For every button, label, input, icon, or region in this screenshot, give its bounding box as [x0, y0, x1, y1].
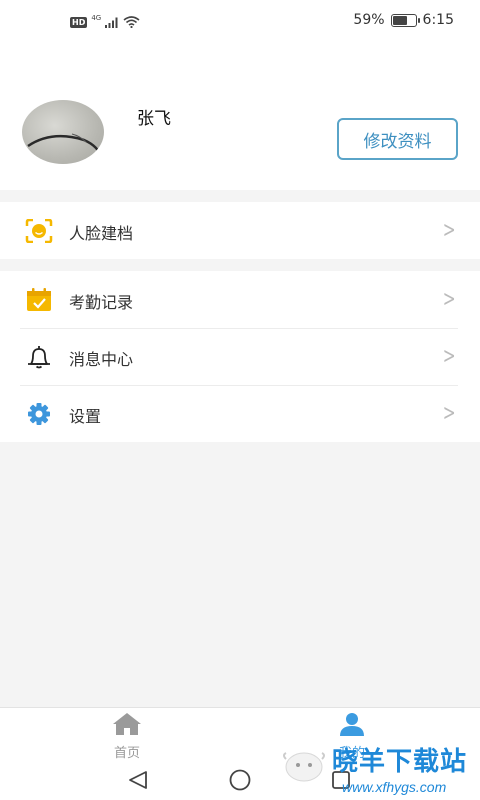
menu-item-face-archive[interactable]: 人脸建档 > [0, 202, 480, 259]
watermark-title: 晓羊下载站 [332, 747, 468, 777]
menu-label: 人脸建档 [69, 224, 134, 243]
avatar[interactable] [22, 100, 104, 164]
tab-label: 首页 [113, 746, 140, 761]
watermark: 晓羊下载站 www.xfhygs.com [280, 737, 480, 800]
status-right: 59% 6:15 [353, 12, 454, 28]
tab-home[interactable]: 首页 [87, 712, 167, 762]
menu-label: 考勤记录 [69, 293, 134, 312]
menu-item-attendance[interactable]: 考勤记录 > [0, 271, 480, 328]
gear-icon [25, 402, 53, 426]
sheep-logo-icon [280, 745, 328, 785]
menu-item-messages[interactable]: 消息中心 > [0, 328, 480, 385]
network-type: 4G [91, 13, 102, 22]
chevron-right-icon: > [442, 287, 456, 312]
nav-back-icon[interactable] [127, 770, 149, 794]
menu-group-main: 考勤记录 > 消息中心 > 设置 > [0, 271, 480, 442]
status-left: HD 4G [70, 13, 140, 32]
bell-icon [25, 345, 53, 369]
menu-label: 消息中心 [69, 350, 134, 369]
status-bar: HD 4G 59% 6:15 [0, 0, 480, 42]
battery-icon [390, 13, 420, 27]
edit-profile-button[interactable]: 修改资料 [337, 118, 458, 160]
home-icon [111, 712, 143, 740]
profile-header: 张飞 修改资料 [0, 42, 480, 190]
user-icon [336, 712, 368, 740]
wifi-icon [123, 13, 140, 32]
chevron-right-icon: > [442, 401, 456, 426]
face-scan-icon [25, 218, 53, 244]
chevron-right-icon: > [442, 218, 456, 243]
signal-icon [105, 13, 119, 32]
clock: 6:15 [422, 12, 454, 28]
menu-label: 设置 [69, 407, 102, 426]
menu-item-settings[interactable]: 设置 > [0, 385, 480, 442]
user-name: 张飞 [137, 109, 171, 129]
chevron-right-icon: > [442, 344, 456, 369]
menu-group-face: 人脸建档 > [0, 202, 480, 259]
watermark-url: www.xfhygs.com [342, 779, 447, 795]
hd-badge: HD [70, 17, 88, 28]
nav-home-icon[interactable] [228, 769, 252, 795]
battery-text: 59% [353, 12, 385, 28]
calendar-check-icon [25, 288, 53, 312]
